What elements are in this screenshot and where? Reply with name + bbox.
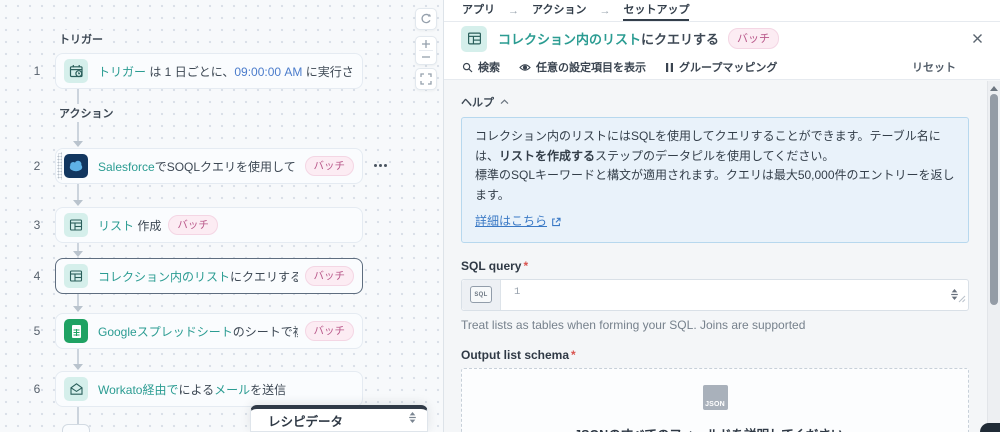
connector-arrow-icon xyxy=(73,251,83,257)
step-title: Workato経由でによるメールを送信 xyxy=(98,382,287,397)
google-sheets-icon xyxy=(64,319,88,343)
email-icon xyxy=(64,377,88,401)
step-title: トリガー は 1 日ごとに、09:00:00 AM に実行されます xyxy=(98,64,354,79)
sql-editor-gutter: SQL xyxy=(462,279,501,310)
line-number: 1 xyxy=(514,285,521,298)
output-schema-label: Output list schema * xyxy=(461,347,576,362)
breadcrumb-arrow-icon: → xyxy=(508,4,519,17)
zoom-controls xyxy=(415,36,437,65)
connector-line xyxy=(77,184,79,200)
help-label: ヘルプ xyxy=(461,97,494,109)
scrollbar-thumb[interactable] xyxy=(990,94,998,305)
workato-recipe-editor: トリガー アクション 1 2 3 4 5 6 トリガー は 1 日ごとに、09:… xyxy=(0,0,1000,432)
step-number: 3 xyxy=(33,218,41,232)
group-mapping-button[interactable]: グループマッピング xyxy=(665,59,777,75)
action-config-panel: アプリ → アクション → セットアップ コレクション内のリストにクエリする バ… xyxy=(443,0,1000,432)
recipe-canvas[interactable]: トリガー アクション 1 2 3 4 5 6 トリガー は 1 日ごとに、09:… xyxy=(0,0,443,432)
search-fields-button[interactable]: 検索 xyxy=(462,59,500,75)
connector-arrow-icon xyxy=(73,200,83,206)
connector-arrow-icon xyxy=(73,141,83,147)
panel-title: コレクション内のリストにクエリする xyxy=(498,32,720,47)
step-number: 2 xyxy=(33,159,41,173)
connector-line xyxy=(77,349,79,364)
show-optional-fields-button[interactable]: 任意の設定項目を表示 xyxy=(519,59,646,75)
zoom-in-button[interactable] xyxy=(416,37,436,50)
schema-description: JSONのすべてのフィールドを説明してください。 xyxy=(462,424,968,432)
drag-handle[interactable] xyxy=(57,152,62,180)
connector-line xyxy=(77,407,79,424)
sql-language-badge: SQL xyxy=(470,286,492,303)
fit-view-button[interactable] xyxy=(415,68,437,90)
reset-view-button[interactable] xyxy=(415,8,437,30)
zoom-out-button[interactable] xyxy=(416,51,436,64)
help-widget-corner[interactable] xyxy=(980,423,1000,432)
step-card-create-list[interactable]: リスト 作成 バッチ xyxy=(55,207,363,243)
recipe-data-title: レシピデータ xyxy=(268,414,344,429)
external-link-icon xyxy=(552,217,561,226)
sql-hint-text: Treat lists as tables when forming your … xyxy=(461,317,806,332)
next-step-card-partial[interactable] xyxy=(62,424,90,432)
calendar-clock-icon xyxy=(64,59,88,83)
step-card-sheets-update[interactable]: Googleスプレッドシートのシートで複数の行を更新 バッチ xyxy=(55,313,363,349)
step-more-menu-button[interactable] xyxy=(370,158,390,172)
step-title: コレクション内のリストにクエリする xyxy=(98,269,298,284)
step-title: SalesforceでSOQLクエリを使用してレコードを検索 xyxy=(98,159,298,174)
connector-arrow-icon xyxy=(73,306,83,312)
optional-fields-label: 任意の設定項目を表示 xyxy=(536,62,646,74)
config-breadcrumb-tabs: アプリ → アクション → セットアップ xyxy=(444,0,1000,22)
help-paragraph-1: コレクション内のリストにはSQLを使用してクエリすることができます。テーブル名に… xyxy=(475,129,941,163)
step-card-salesforce-search[interactable]: SalesforceでSOQLクエリを使用してレコードを検索 バッチ xyxy=(55,148,363,184)
help-text-box: コレクション内のリストにはSQLを使用してクエリすることができます。テーブル名に… xyxy=(461,117,969,243)
step-number: 1 xyxy=(33,64,41,78)
help-details-link[interactable]: 詳細はこちら xyxy=(475,212,547,232)
sql-query-label: SQL query * xyxy=(461,258,529,273)
connector-arrow-icon xyxy=(73,364,83,370)
help-paragraph-2: 標準のSQLキーワードと構文が適用されます。クエリは最大50,000件のエントリ… xyxy=(475,168,955,202)
batch-badge: バッチ xyxy=(304,156,354,176)
output-schema-dropzone: JSON JSONのすべてのフィールドを説明してください。 JSONを使用 また… xyxy=(461,367,969,432)
tab-app[interactable]: アプリ xyxy=(462,0,495,21)
breadcrumb-arrow-icon: → xyxy=(599,4,611,17)
config-toolbar: 検索 任意の設定項目を表示 グループマッピング リセット xyxy=(444,55,1000,80)
batch-badge: バッチ xyxy=(728,28,780,49)
step-title: Googleスプレッドシートのシートで複数の行を更新 xyxy=(98,324,298,339)
batch-badge: バッチ xyxy=(304,321,354,341)
recipe-data-panel[interactable]: レシピデータ xyxy=(250,405,428,432)
step-card-send-email[interactable]: Workato経由でによるメールを送信 xyxy=(55,371,363,407)
scroll-up-icon[interactable] xyxy=(990,86,998,91)
chevron-up-icon xyxy=(500,99,509,105)
actions-section-label: アクション xyxy=(55,104,118,122)
step-number: 4 xyxy=(33,269,41,283)
panel-scrollbar[interactable] xyxy=(987,81,1000,432)
salesforce-icon xyxy=(64,154,88,178)
json-file-icon: JSON xyxy=(702,384,728,410)
panel-header: コレクション内のリストにクエリする バッチ xyxy=(444,22,1000,55)
batch-badge: バッチ xyxy=(168,215,218,235)
config-body: ヘルプ コレクション内のリストにはSQLを使用してクエリすることができます。テー… xyxy=(444,80,1000,432)
collection-icon xyxy=(461,25,487,52)
step-number: 6 xyxy=(33,382,41,396)
step-number: 5 xyxy=(33,324,41,338)
tab-setup[interactable]: セットアップ xyxy=(623,0,690,21)
panel-expand-stepper-icon[interactable] xyxy=(408,411,417,429)
tab-action[interactable]: アクション xyxy=(532,0,586,21)
reset-button[interactable]: リセット xyxy=(912,59,956,75)
help-collapse-toggle[interactable]: ヘルプ xyxy=(461,94,521,110)
sql-query-input[interactable]: SQL 1 xyxy=(461,278,969,311)
batch-badge: バッチ xyxy=(304,266,354,286)
collection-icon xyxy=(64,213,88,237)
trigger-section-label: トリガー xyxy=(55,30,107,48)
required-asterisk: * xyxy=(571,347,576,362)
close-icon[interactable] xyxy=(968,30,986,48)
connector-line xyxy=(77,243,79,251)
group-mapping-label: グループマッピング xyxy=(679,62,778,74)
step-card-trigger[interactable]: トリガー は 1 日ごとに、09:00:00 AM に実行されます xyxy=(55,53,363,89)
collection-icon xyxy=(64,264,88,288)
resize-handle[interactable] xyxy=(958,290,966,308)
search-label: 検索 xyxy=(478,62,500,74)
connector-line xyxy=(77,294,79,306)
step-card-query-lists[interactable]: コレクション内のリストにクエリする バッチ xyxy=(55,258,363,294)
required-asterisk: * xyxy=(523,258,529,273)
step-title: リスト 作成 xyxy=(98,218,162,233)
